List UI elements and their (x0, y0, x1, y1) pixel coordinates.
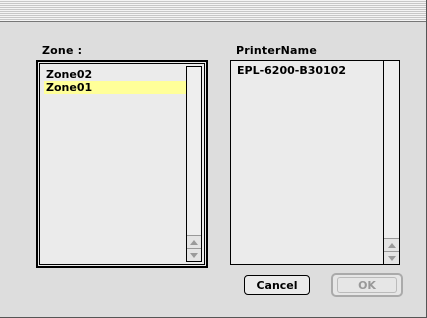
zone-list-scrollbar[interactable] (186, 66, 202, 262)
printer-list-scrollbar[interactable] (383, 61, 399, 264)
title-bar[interactable] (0, 0, 426, 22)
scroll-up-icon[interactable] (187, 235, 201, 248)
scroll-up-icon[interactable] (384, 238, 399, 251)
printer-list-item[interactable]: EPL-6200-B30102 (235, 64, 381, 77)
scroll-down-icon[interactable] (187, 248, 201, 261)
zone-list-item[interactable]: Zone02 (44, 68, 186, 81)
zone-label: Zone : (42, 44, 83, 57)
zone-list-item-selected[interactable]: Zone01 (44, 81, 186, 94)
zone-list[interactable]: Zone02 Zone01 (36, 60, 208, 268)
cancel-button[interactable]: Cancel (244, 275, 310, 295)
ok-button-label: OK (337, 277, 397, 293)
printer-name-label: PrinterName (236, 44, 317, 57)
ok-button[interactable]: OK (331, 273, 403, 297)
scroll-down-icon[interactable] (384, 251, 399, 264)
printer-list[interactable]: EPL-6200-B30102 (230, 60, 400, 265)
dialog-window: Zone : PrinterName Zone02 Zone01 EPL-620… (0, 0, 427, 318)
